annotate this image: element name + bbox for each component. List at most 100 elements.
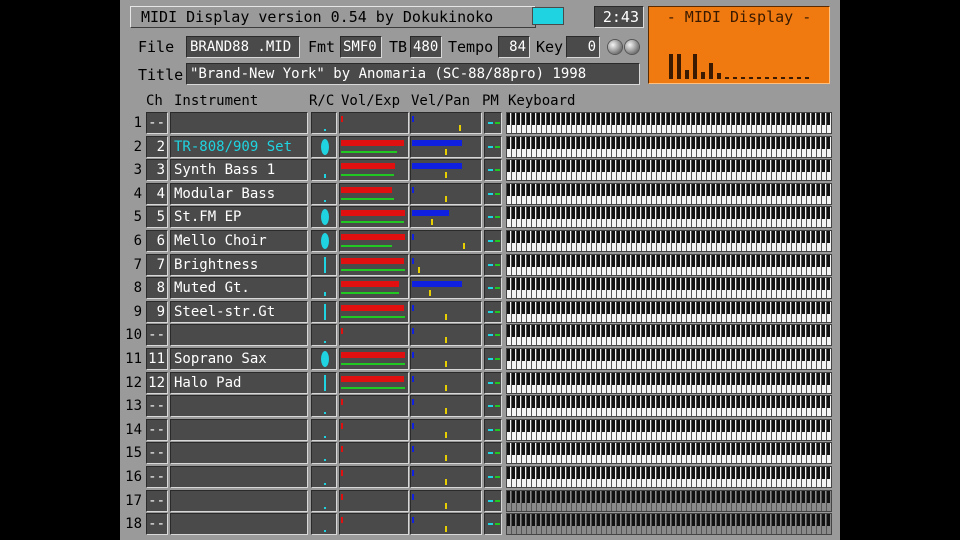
pm-indicator xyxy=(484,395,502,418)
file-name-field[interactable]: BRAND88 .MID xyxy=(186,36,300,58)
channel-row[interactable]: 9 9 Steel-str.Gt xyxy=(120,300,840,324)
pm-mark xyxy=(488,145,493,148)
program-number: 4 xyxy=(146,182,168,205)
channel-number: 8 xyxy=(133,280,142,297)
instrument-name[interactable] xyxy=(170,112,308,134)
channel-row[interactable]: 17 -- xyxy=(120,489,840,513)
channel-keyboard[interactable] xyxy=(506,230,832,252)
channel-keyboard[interactable] xyxy=(506,395,832,418)
instrument-name[interactable]: Modular Bass xyxy=(170,182,308,205)
channel-row[interactable]: 6 6 Mello Choir xyxy=(120,229,840,253)
volume-bar xyxy=(341,304,404,311)
instrument-name[interactable] xyxy=(170,418,308,441)
instrument-name[interactable] xyxy=(170,466,308,488)
velocity-bar xyxy=(412,186,414,193)
channel-row[interactable]: 10 -- xyxy=(120,323,840,347)
channel-row[interactable]: 8 8 Muted Gt. xyxy=(120,276,840,300)
vol-exp-meter xyxy=(339,182,409,205)
channel-keyboard[interactable] xyxy=(506,206,832,229)
instrument-name[interactable] xyxy=(170,489,308,512)
instrument-name[interactable]: Steel-str.Gt xyxy=(170,300,308,323)
instrument-name[interactable] xyxy=(170,513,308,536)
velocity-bar xyxy=(412,304,414,311)
pm-indicator xyxy=(484,253,502,276)
pan-marker xyxy=(430,219,433,226)
logo-level-bar xyxy=(789,76,793,79)
channel-keyboard[interactable] xyxy=(506,159,832,182)
pm-mark xyxy=(495,192,500,195)
header-ch: Ch xyxy=(146,93,163,109)
channel-row[interactable]: 4 4 Modular Bass xyxy=(120,182,840,206)
channel-keyboard[interactable] xyxy=(506,253,832,276)
channel-keyboard[interactable] xyxy=(506,300,832,323)
pan-marker xyxy=(445,361,447,367)
program-number: 9 xyxy=(146,300,168,323)
instrument-name[interactable]: Halo Pad xyxy=(170,371,308,394)
channel-row[interactable]: 5 5 St.FM EP xyxy=(120,205,840,229)
instrument-name[interactable]: TR-808/909 Set xyxy=(170,135,308,158)
channel-keyboard[interactable] xyxy=(506,135,832,158)
channel-row[interactable]: 11 11 Soprano Sax xyxy=(120,347,840,371)
program-number: -- xyxy=(146,466,168,488)
pm-indicator xyxy=(484,182,502,205)
channel-row[interactable]: 3 3 Synth Bass 1 xyxy=(120,158,840,182)
reverb-chorus-meter xyxy=(311,182,337,205)
logo-level-bar xyxy=(773,76,777,79)
pan-marker xyxy=(445,172,447,179)
channel-row[interactable]: 13 -- xyxy=(120,394,840,418)
instrument-name[interactable] xyxy=(170,442,308,465)
round-button-2[interactable] xyxy=(625,40,639,54)
instrument-name[interactable]: Mello Choir xyxy=(170,230,308,252)
channel-keyboard[interactable] xyxy=(506,489,832,512)
channel-keyboard[interactable] xyxy=(506,112,832,134)
volume-bar xyxy=(341,352,406,358)
channel-keyboard[interactable] xyxy=(506,182,832,205)
channel-keyboard[interactable] xyxy=(506,348,832,370)
channel-row[interactable]: 2 2 TR-808/909 Set xyxy=(120,135,840,159)
channel-keyboard[interactable] xyxy=(506,418,832,441)
pm-mark xyxy=(495,145,500,148)
channel-row[interactable]: 16 -- xyxy=(120,465,840,489)
velocity-bar xyxy=(412,139,463,146)
rc-level-mark xyxy=(324,292,326,297)
volume-bar xyxy=(341,375,404,382)
instrument-name[interactable]: Synth Bass 1 xyxy=(170,159,308,182)
channel-row[interactable]: 18 -- xyxy=(120,512,840,536)
instrument-name[interactable]: Muted Gt. xyxy=(170,277,308,300)
logo-level-bar xyxy=(693,53,697,79)
channel-row[interactable]: 7 7 Brightness xyxy=(120,253,840,277)
pan-marker xyxy=(462,243,465,249)
channel-row[interactable]: 15 -- xyxy=(120,441,840,465)
instrument-name[interactable]: St.FM EP xyxy=(170,206,308,229)
tempo-field: 84 xyxy=(498,36,530,58)
volume-bar xyxy=(341,281,400,288)
channel-keyboard[interactable] xyxy=(506,277,832,300)
pan-marker xyxy=(418,266,421,273)
channel-keyboard[interactable] xyxy=(506,371,832,394)
channel-keyboard[interactable] xyxy=(506,466,832,488)
round-button-1[interactable] xyxy=(608,40,622,54)
channel-row[interactable]: 12 12 Halo Pad xyxy=(120,371,840,395)
channel-number: 1 xyxy=(133,115,142,131)
channel-keyboard[interactable] xyxy=(506,513,832,536)
volume-bar xyxy=(341,446,343,453)
pm-mark xyxy=(488,122,493,124)
velocity-bar xyxy=(412,399,414,406)
instrument-name[interactable] xyxy=(170,395,308,418)
volume-bar xyxy=(341,422,343,429)
channel-keyboard[interactable] xyxy=(506,442,832,465)
instrument-name[interactable]: Brightness xyxy=(170,253,308,276)
pm-indicator xyxy=(484,442,502,465)
instrument-name[interactable]: Soprano Sax xyxy=(170,348,308,370)
pm-mark xyxy=(495,263,500,266)
instrument-name[interactable] xyxy=(170,324,308,347)
pm-mark xyxy=(495,428,500,431)
channel-row[interactable]: 14 -- xyxy=(120,418,840,442)
vol-exp-meter xyxy=(339,159,409,182)
reverb-chorus-meter xyxy=(311,135,337,158)
reverb-chorus-meter xyxy=(311,489,337,512)
channel-number: 7 xyxy=(133,256,142,273)
channel-keyboard[interactable] xyxy=(506,324,832,347)
vol-exp-meter xyxy=(339,324,409,347)
channel-row[interactable]: 1 -- xyxy=(120,111,840,135)
